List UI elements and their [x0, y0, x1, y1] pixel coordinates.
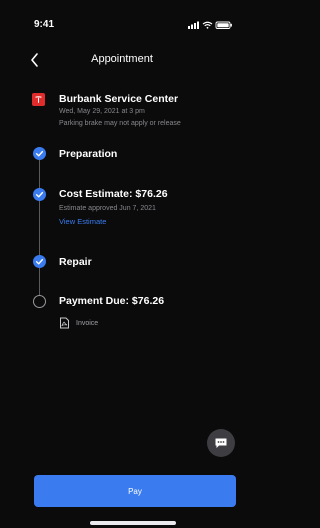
home-indicator [90, 521, 176, 525]
status-time: 9:41 [34, 19, 55, 30]
step-cost-estimate-title: Cost Estimate: $76.26 [59, 188, 168, 200]
chat-button[interactable] [207, 429, 235, 457]
status-bar [0, 0, 244, 36]
estimate-status: Estimate approved Jun 7, 2021 [59, 205, 156, 212]
page-title: Appointment [91, 53, 153, 65]
step-preparation-title: Preparation [59, 148, 118, 160]
service-center-title: Burbank Service Center [59, 93, 179, 105]
pay-button[interactable]: Pay [34, 475, 236, 507]
appointment-datetime: Wed, May 29, 2021 at 3 pm [59, 108, 145, 115]
step-payment-title: Payment Due: $76.26 [59, 295, 165, 307]
cost-estimate-check-icon [33, 188, 46, 201]
invoice-label: Invoice [76, 319, 99, 327]
pdf-document-icon [60, 317, 69, 329]
payment-pending-icon [33, 295, 46, 308]
view-estimate-link[interactable]: View Estimate [59, 217, 106, 226]
repair-check-icon [33, 255, 46, 268]
battery-icon [215, 21, 232, 29]
signal-icon [188, 21, 199, 29]
service-center-icon [32, 93, 45, 106]
status-icons [188, 21, 232, 29]
timeline-rail [39, 152, 40, 302]
preparation-check-icon [33, 147, 46, 160]
invoice-link[interactable]: Invoice [59, 316, 98, 330]
step-repair-title: Repair [59, 256, 92, 268]
service-note: Parking brake may not apply or release [59, 120, 181, 127]
chat-bubble-icon [215, 438, 227, 448]
wifi-icon [202, 21, 213, 29]
